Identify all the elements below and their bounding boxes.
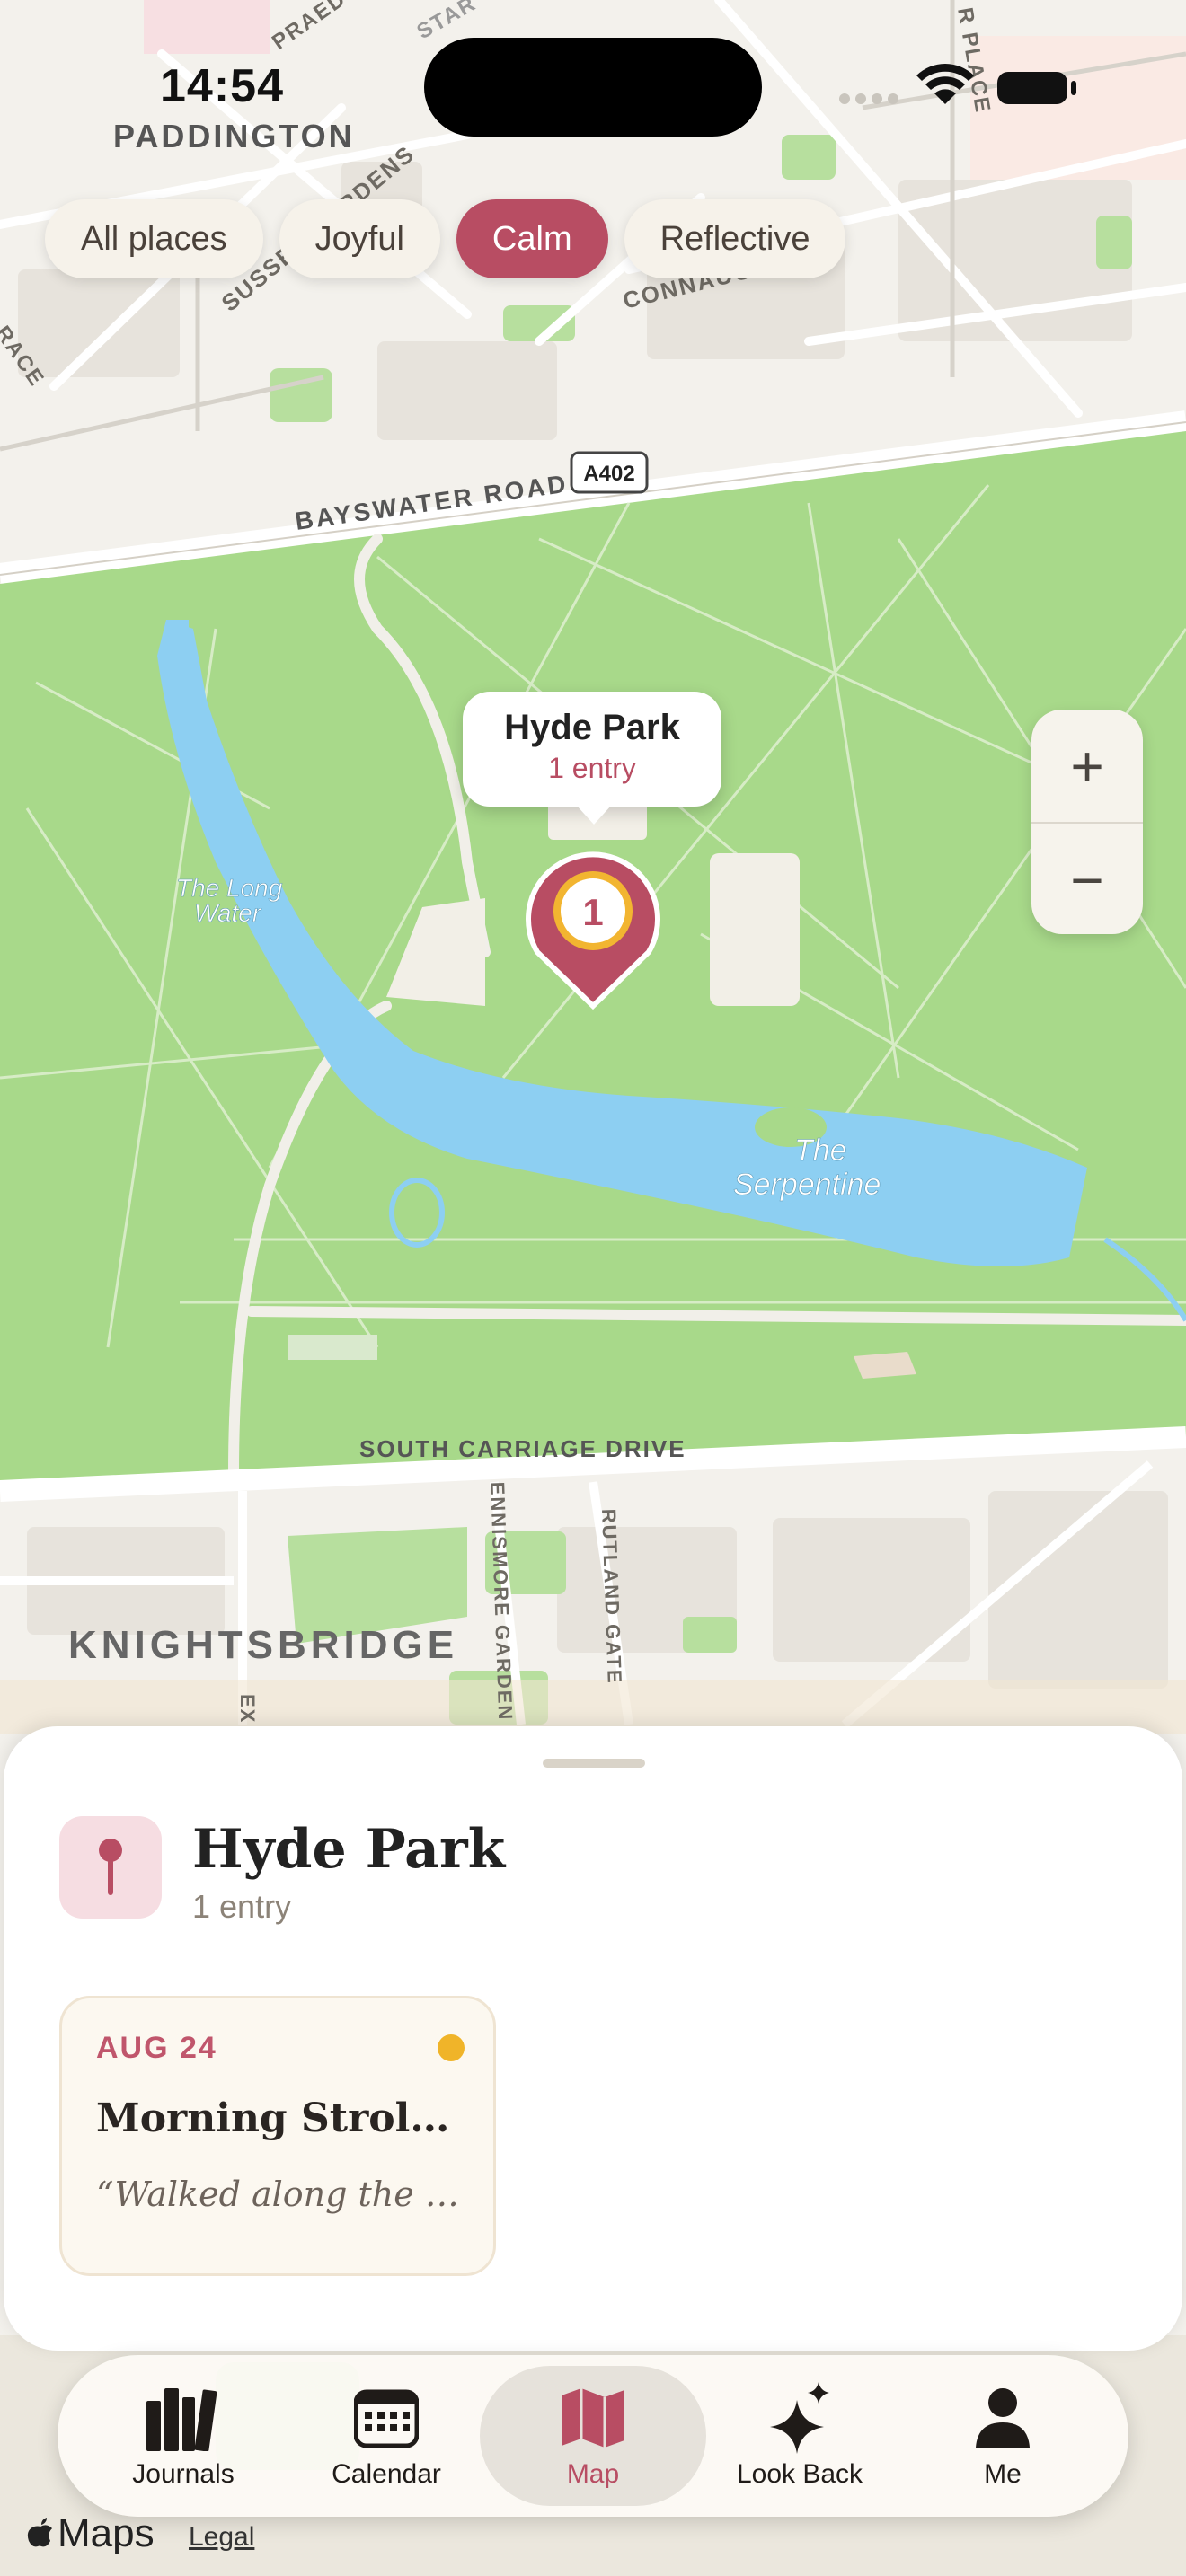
maps-attribution[interactable]: Maps [27, 2511, 155, 2556]
entry-title: Morning Stroll a… [96, 2095, 465, 2141]
pin-callout[interactable]: Hyde Park 1 entry [463, 692, 721, 825]
mood-filter-bar: All places Joyful Calm Reflective [45, 199, 846, 278]
pin-count: 1 [582, 891, 603, 933]
tab-journals-label: Journals [132, 2459, 235, 2489]
books-icon [143, 2382, 224, 2454]
map-label-serpentine-2: Serpentine [733, 1168, 881, 1202]
tab-calendar-label: Calendar [332, 2459, 441, 2489]
filter-calm[interactable]: Calm [456, 199, 608, 278]
signal-icon [839, 93, 898, 104]
tab-calendar[interactable]: Calendar [273, 2366, 500, 2506]
status-icons [837, 63, 1080, 108]
tab-journals[interactable]: Journals [70, 2366, 296, 2506]
tab-me-label: Me [984, 2459, 1022, 2489]
zoom-control: + − [1031, 710, 1143, 934]
map-label-knightsbridge: KNIGHTSBRIDGE [68, 1623, 458, 1667]
filter-joyful[interactable]: Joyful [279, 199, 440, 278]
map-icon [553, 2382, 633, 2454]
sheet-grabber[interactable] [543, 1759, 645, 1768]
callout-tail [576, 805, 612, 825]
filter-reflective[interactable]: Reflective [624, 199, 846, 278]
entry-date: AUG 24 [96, 2031, 217, 2065]
sparkles-icon [759, 2382, 840, 2454]
filter-all-places[interactable]: All places [45, 199, 263, 278]
tab-map-label: Map [566, 2459, 620, 2489]
place-entry-count: 1 entry [192, 1888, 292, 1925]
status-time: 14:54 [160, 60, 284, 112]
map-label-ex: EX [236, 1694, 259, 1724]
map-label-serpentine: The [794, 1134, 847, 1168]
apple-logo-icon [27, 2518, 52, 2547]
tab-look-back-label: Look Back [736, 2459, 863, 2489]
place-bottom-sheet: Hyde Park 1 entry AUG 24 Morning Stroll … [4, 1726, 1182, 2351]
tab-map[interactable]: Map [480, 2366, 706, 2506]
entry-quote: “Walked along the w… [96, 2175, 465, 2214]
person-icon [962, 2382, 1043, 2454]
maps-label: Maps [58, 2511, 155, 2555]
pin-icon [59, 1816, 162, 1919]
place-name: Hyde Park [192, 1818, 506, 1881]
wifi-icon [916, 64, 974, 104]
zoom-out-button[interactable]: − [1031, 824, 1143, 936]
callout-subtitle: 1 entry [548, 752, 636, 784]
map-label-long-water-2: Water [194, 899, 262, 927]
map-label-long-water: The Long [176, 874, 283, 902]
callout-title: Hyde Park [504, 708, 680, 747]
road-sign-a402: A402 [570, 451, 649, 494]
calendar-icon [346, 2382, 427, 2454]
legal-link[interactable]: Legal [189, 2522, 254, 2553]
tab-me[interactable]: Me [890, 2366, 1116, 2506]
mood-dot-icon [438, 2034, 465, 2061]
dynamic-island [424, 38, 762, 137]
map-label-south-carriage: SOUTH CARRIAGE DRIVE [359, 1435, 686, 1462]
entry-card[interactable]: AUG 24 Morning Stroll a… “Walked along t… [59, 1996, 496, 2276]
map-label-paddington: PADDINGTON [113, 118, 355, 154]
zoom-in-button[interactable]: + [1031, 710, 1143, 822]
tab-bar: Journals Calendar Map Look Back Me [58, 2355, 1128, 2517]
svg-text:A402: A402 [583, 462, 634, 486]
battery-icon [997, 72, 1076, 104]
tab-look-back[interactable]: Look Back [686, 2366, 913, 2506]
